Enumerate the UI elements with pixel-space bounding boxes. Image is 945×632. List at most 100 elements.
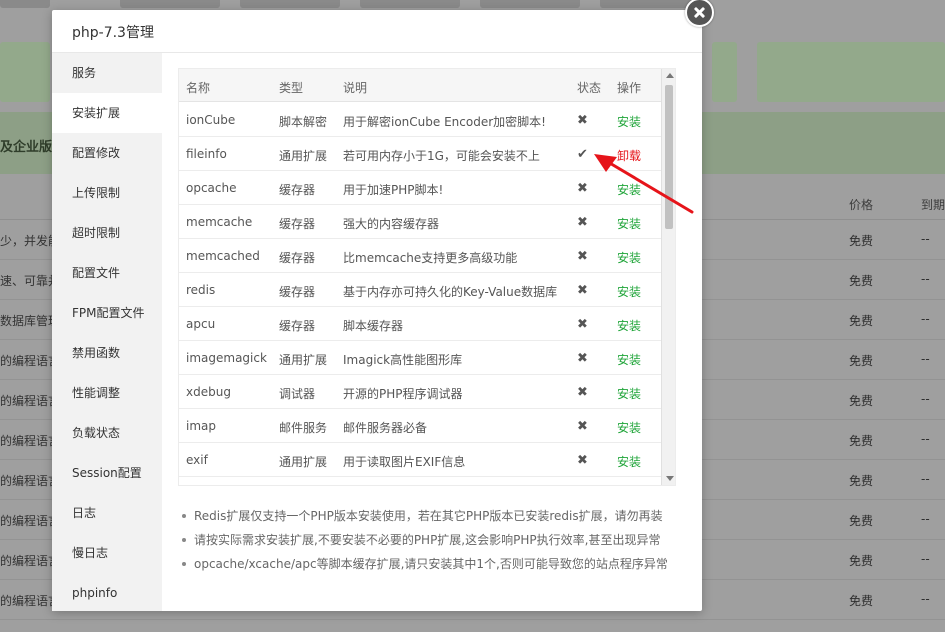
install-link[interactable]: 安装	[617, 385, 641, 402]
extension-type: 调试器	[279, 387, 316, 401]
scroll-up-arrow-icon[interactable]	[666, 73, 674, 78]
bg-stat-card	[0, 42, 50, 102]
extension-desc: 用于加速PHP脚本!	[343, 183, 444, 197]
extension-name: opcache	[186, 181, 237, 195]
sidebar-item[interactable]: 安装扩展	[52, 93, 162, 133]
extension-desc: 比memcache支持更多高级功能	[343, 251, 518, 265]
header-action: 操作	[617, 81, 642, 95]
bg-header-expire: 到期	[921, 198, 945, 212]
bg-row-expire: --	[921, 592, 930, 606]
install-link[interactable]: 安装	[617, 215, 641, 232]
extension-desc: 若可用内存小于1G，可能会安装不上	[343, 149, 540, 163]
bg-row-expire: --	[921, 352, 930, 366]
install-link[interactable]: 安装	[617, 283, 641, 300]
extension-desc: 用于解密ionCube Encoder加密脚本!	[343, 115, 546, 129]
sidebar-item[interactable]: 超时限制	[52, 213, 162, 253]
sidebar-item[interactable]: 负载状态	[52, 413, 162, 453]
install-link[interactable]: 安装	[617, 453, 641, 470]
bg-row-text: 数据库管理	[0, 314, 61, 328]
extension-row: fileinfo 通用扩展 若可用内存小于1G，可能会安装不上 ✔ 卸载	[179, 137, 661, 171]
extension-type: 邮件服务	[279, 421, 328, 435]
install-link[interactable]: 安装	[617, 113, 641, 130]
bg-top-button	[360, 0, 460, 8]
bg-top-button	[480, 0, 580, 8]
bg-row-text: 的编程语言	[0, 434, 61, 448]
extension-name: exif	[186, 453, 208, 467]
extension-desc: 开源的PHP程序调试器	[343, 387, 463, 401]
install-link[interactable]: 安装	[617, 249, 641, 266]
scroll-thumb[interactable]	[665, 85, 673, 229]
bg-row-expire: --	[921, 392, 930, 406]
extension-name: xdebug	[186, 385, 231, 399]
install-link[interactable]: 安装	[617, 351, 641, 368]
extension-type: 脚本解密	[279, 115, 328, 129]
sidebar-item[interactable]: 配置文件	[52, 253, 162, 293]
extension-row: exif 通用扩展 用于读取图片EXIF信息 ✖ 安装	[179, 443, 661, 477]
extension-name: imagemagick	[186, 351, 267, 365]
bg-row-price: 免费	[849, 474, 874, 488]
extension-row: opcache 缓存器 用于加速PHP脚本! ✖ 安装	[179, 171, 661, 205]
sidebar-item[interactable]: FPM配置文件	[52, 293, 162, 333]
extension-row: memcache 缓存器 强大的内容缓存器 ✖ 安装	[179, 205, 661, 239]
extension-name: ionCube	[186, 113, 236, 127]
bg-row-text: 的编程语言	[0, 354, 61, 368]
bg-row-price: 免费	[849, 314, 874, 328]
extensions-table-header: 名称 类型 说明 状态 操作	[179, 69, 661, 102]
sidebar-item[interactable]: 上传限制	[52, 173, 162, 213]
extension-row: imagemagick 通用扩展 Imagick高性能图形库 ✖ 安装	[179, 341, 661, 375]
php-manager-dialog: php-7.3管理 服务 安装扩展 配置修改 上传限制 超时限制 配置文件 FPM配置文件禁…	[52, 10, 702, 611]
extension-type: 缓存器	[279, 217, 316, 231]
notes-list: Redis扩展仅支持一个PHP版本安装使用，若在其它PHP版本已安装redis扩…	[178, 504, 688, 576]
bg-banner-text: 及企业版	[0, 140, 53, 155]
extension-type: 通用扩展	[279, 455, 328, 469]
bg-row-expire: --	[921, 232, 930, 246]
bg-row-expire: --	[921, 472, 930, 486]
cross-icon: ✖	[577, 283, 588, 298]
cross-icon: ✖	[577, 113, 588, 128]
cross-icon: ✖	[577, 249, 588, 264]
scroll-down-arrow-icon[interactable]	[666, 476, 674, 481]
note-item: Redis扩展仅支持一个PHP版本安装使用，若在其它PHP版本已安装redis扩…	[178, 504, 688, 528]
sidebar-item[interactable]: 禁用函数	[52, 333, 162, 373]
extension-type: 缓存器	[279, 183, 316, 197]
extension-row: ionCube 脚本解密 用于解密ionCube Encoder加密脚本! ✖ 安装	[179, 103, 661, 137]
dialog-sidebar: 服务 安装扩展 配置修改 上传限制 超时限制 配置文件 FPM配置文件 禁用函数 性能调整 负载状…	[52, 53, 162, 611]
bg-top-button	[120, 0, 220, 8]
header-desc: 说明	[343, 81, 368, 95]
extension-row: memcached 缓存器 比memcache支持更多高级功能 ✖ 安装	[179, 239, 661, 273]
sidebar-item[interactable]: phpinfo	[52, 573, 162, 613]
bg-row-text: 的编程语言	[0, 474, 61, 488]
sidebar-item[interactable]: 性能调整	[52, 373, 162, 413]
uninstall-link[interactable]: 卸载	[617, 147, 641, 164]
cross-icon: ✖	[577, 453, 588, 468]
sidebar-item[interactable]: 慢日志	[52, 533, 162, 573]
bg-row-price: 免费	[849, 354, 874, 368]
extension-type: 通用扩展	[279, 149, 328, 163]
extension-row: redis 缓存器 基于内存亦可持久化的Key-Value数据库 ✖ 安装	[179, 273, 661, 307]
extension-type: 缓存器	[279, 285, 316, 299]
table-scrollbar[interactable]	[661, 69, 675, 485]
bg-row-text: 的编程语言	[0, 554, 61, 568]
install-link[interactable]: 安装	[617, 317, 641, 334]
bg-row-expire: --	[921, 312, 930, 326]
header-status: 状态	[577, 81, 602, 95]
cross-icon: ✖	[577, 317, 588, 332]
bg-stat-card	[712, 42, 737, 102]
bg-row-expire: --	[921, 272, 930, 286]
sidebar-item[interactable]: 配置修改	[52, 133, 162, 173]
note-item: 请按实际需求安装扩展,不要安装不必要的PHP扩展,这会影响PHP执行效率,甚至出…	[178, 528, 688, 552]
sidebar-item[interactable]: 服务	[52, 53, 162, 93]
sidebar-item[interactable]: 日志	[52, 493, 162, 533]
bg-row-price: 免费	[849, 554, 874, 568]
note-item: opcache/xcache/apc等脚本缓存扩展,请只安装其中1个,否则可能导…	[178, 552, 688, 576]
extension-name: memcache	[186, 215, 253, 229]
install-link[interactable]: 安装	[617, 181, 641, 198]
bg-row-text: 的编程语言	[0, 514, 61, 528]
sidebar-item[interactable]: Session配置	[52, 453, 162, 493]
bg-row-expire: --	[921, 432, 930, 446]
extension-desc: Imagick高性能图形库	[343, 353, 463, 367]
bg-row-text: 的编程语言	[0, 394, 61, 408]
install-link[interactable]: 安装	[617, 419, 641, 436]
cross-icon: ✖	[577, 351, 588, 366]
bg-row-price: 免费	[849, 514, 874, 528]
